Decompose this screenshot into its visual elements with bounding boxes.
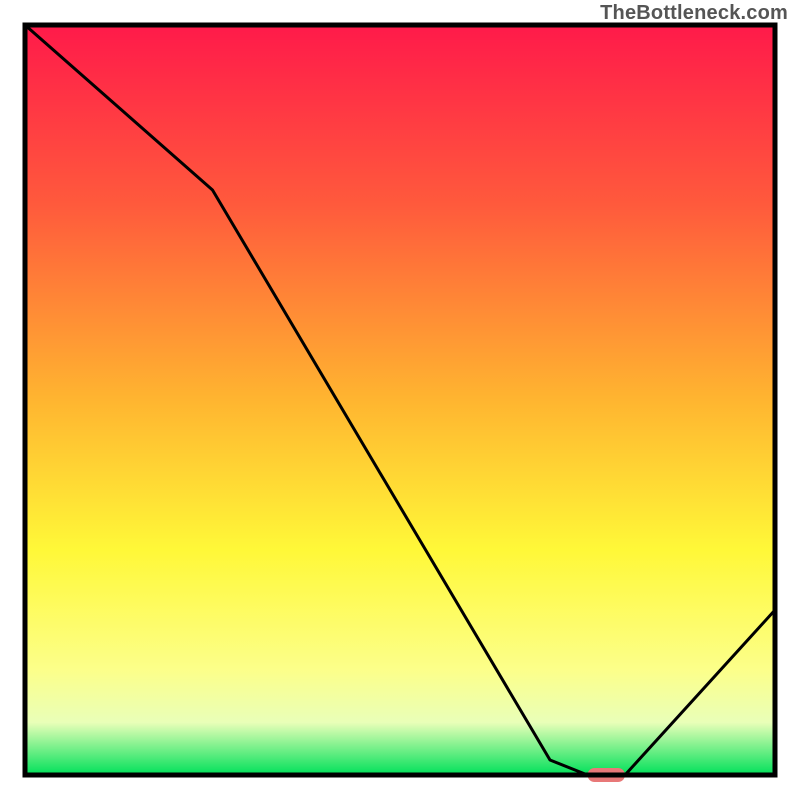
chart-container: TheBottleneck.com: [0, 0, 800, 800]
watermark-text: TheBottleneck.com: [600, 2, 788, 25]
bottleneck-chart: [0, 0, 800, 800]
